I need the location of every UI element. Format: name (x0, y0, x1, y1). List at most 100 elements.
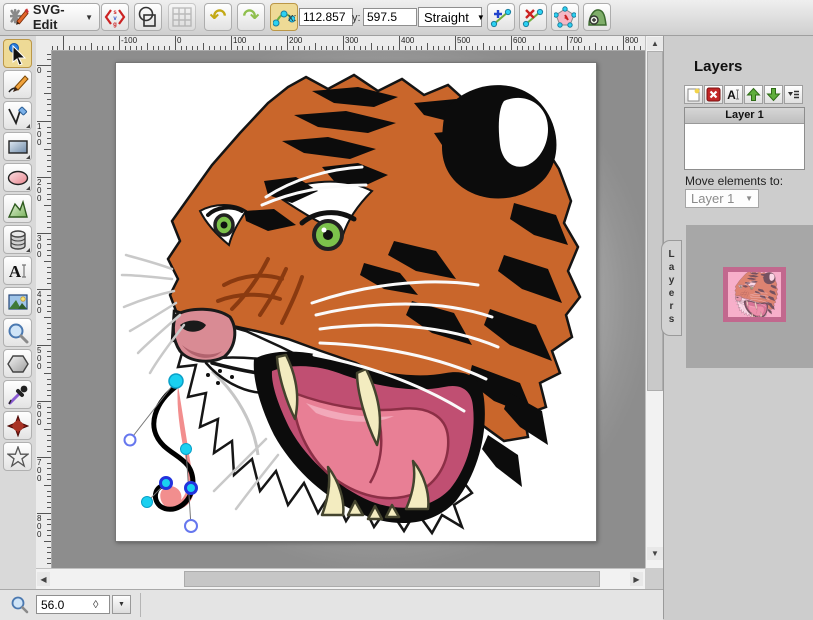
redo-button[interactable]: ↷ (237, 3, 265, 31)
ruler-tick (47, 502, 51, 503)
ruler-tick (371, 43, 372, 50)
polygon-tool-button[interactable] (3, 349, 32, 378)
rectangle-tool-button[interactable] (3, 132, 32, 161)
scroll-left-button[interactable]: ◀ (37, 572, 50, 586)
ruler-label: 5 0 0 (37, 347, 41, 371)
reorient-path-button[interactable] (583, 3, 611, 31)
vertical-scroll-thumb[interactable] (647, 51, 663, 391)
layers-panel-collapse-tab[interactable]: Layers (661, 240, 682, 336)
ruler-label: 500 (457, 37, 470, 45)
ruler-tick (405, 46, 406, 50)
new-layer-button[interactable] (684, 85, 703, 104)
arrow-up-icon (746, 87, 761, 102)
ruler-tick (47, 423, 51, 424)
pencil-tool-button[interactable] (3, 70, 32, 99)
scroll-right-button[interactable]: ▶ (630, 572, 643, 586)
path-node[interactable] (142, 497, 153, 508)
workspace[interactable] (51, 50, 645, 568)
delete-node-button[interactable] (519, 3, 547, 31)
ruler-tick (337, 46, 338, 50)
undo-button[interactable]: ↶ (204, 3, 232, 31)
scroll-up-button[interactable]: ▲ (647, 37, 663, 50)
open-path-button[interactable] (551, 3, 579, 31)
svg-canvas[interactable] (115, 62, 597, 542)
ruler-tick (393, 46, 394, 50)
ruler-tick (47, 356, 51, 357)
delete-layer-icon (706, 87, 721, 102)
ruler-tick (382, 46, 383, 50)
reorient-path-icon (586, 6, 608, 28)
segment-type-value: Straight (424, 10, 469, 25)
main-menu-button[interactable]: SVG-Edit ▼ (3, 3, 100, 31)
add-node-button[interactable] (487, 3, 515, 31)
ruler-label: 800 (625, 37, 638, 45)
line-tool-button[interactable] (3, 101, 32, 130)
ruler-tick (539, 43, 540, 50)
grid-button[interactable] (168, 3, 196, 31)
ruler-tick (47, 384, 51, 385)
y-coordinate-input[interactable] (363, 8, 417, 26)
move-layer-up-button[interactable] (744, 85, 763, 104)
layer-row-selected[interactable]: Layer 1 (685, 108, 804, 124)
delete-layer-button[interactable] (704, 85, 723, 104)
select-tool-button[interactable] (3, 39, 32, 68)
path-node-selected[interactable] (169, 374, 183, 388)
text-tool-button[interactable]: A (3, 256, 32, 285)
ruler-tick (47, 295, 51, 296)
eyedropper-tool-button[interactable] (3, 380, 32, 409)
ruler-label: 2 0 0 (37, 179, 41, 203)
ruler-tick (270, 46, 271, 50)
ruler-tick (44, 317, 51, 318)
zoom-level-input[interactable] (37, 598, 93, 612)
red-shape-tool-button[interactable] (3, 411, 32, 440)
path-edit-overlay[interactable] (116, 63, 596, 541)
zoom-dropdown-button[interactable]: ▼ (112, 595, 131, 614)
path-node[interactable] (181, 444, 192, 455)
wireframe-button[interactable] (134, 3, 162, 31)
ruler-label: 7 0 0 (37, 459, 41, 483)
ellipse-tool-button[interactable] (3, 163, 32, 192)
move-layer-down-button[interactable] (764, 85, 783, 104)
shape-library-tool-button[interactable] (3, 225, 32, 254)
ruler-tick (449, 46, 450, 50)
image-tool-button[interactable] (3, 287, 32, 316)
scroll-down-button[interactable]: ▼ (647, 547, 663, 560)
ruler-tick (186, 46, 187, 50)
path-node-ringed[interactable] (186, 483, 197, 494)
ruler-tick (47, 507, 51, 508)
star-tool-button[interactable] (3, 442, 32, 471)
layer-menu-button[interactable] (784, 85, 803, 104)
move-elements-select[interactable]: Layer 1 ▼ (685, 189, 759, 208)
ruler-tick (365, 46, 366, 50)
ruler-tick (47, 530, 51, 531)
ruler-tick (47, 76, 51, 77)
control-handle[interactable] (125, 435, 136, 446)
ruler-tick (47, 283, 51, 284)
layer-thumbnail[interactable] (723, 267, 786, 322)
layer-list[interactable]: Layer 1 (684, 107, 805, 170)
zoom-spinner-icon[interactable]: ◊ (93, 599, 98, 611)
x-coordinate-input[interactable] (299, 8, 353, 26)
source-editor-button[interactable]: s v g (101, 3, 129, 31)
ruler-tick (595, 43, 596, 50)
segment-type-select[interactable]: Straight ▼ (418, 7, 482, 27)
control-handle[interactable] (185, 520, 197, 532)
ruler-tick (136, 46, 137, 50)
ruler-tick (265, 46, 266, 50)
ruler-tick (47, 463, 51, 464)
horizontal-scroll-thumb[interactable] (184, 571, 600, 587)
ruler-tick (461, 46, 462, 50)
ruler-tick (44, 429, 51, 430)
ruler-tick (466, 46, 467, 50)
horizontal-scrollbar[interactable]: ◀ ▶ (36, 568, 645, 589)
rename-layer-button[interactable]: A (724, 85, 743, 104)
path-node-ringed[interactable] (161, 478, 172, 489)
ruler-tick (349, 46, 350, 50)
path-tool-button[interactable] (3, 194, 32, 223)
layer-preview-area (686, 225, 813, 368)
star-icon (7, 446, 29, 468)
ruler-tick (47, 244, 51, 245)
ruler-label: 3 0 0 (37, 235, 41, 259)
ruler-tick (533, 46, 534, 50)
zoom-tool-button[interactable] (3, 318, 32, 347)
